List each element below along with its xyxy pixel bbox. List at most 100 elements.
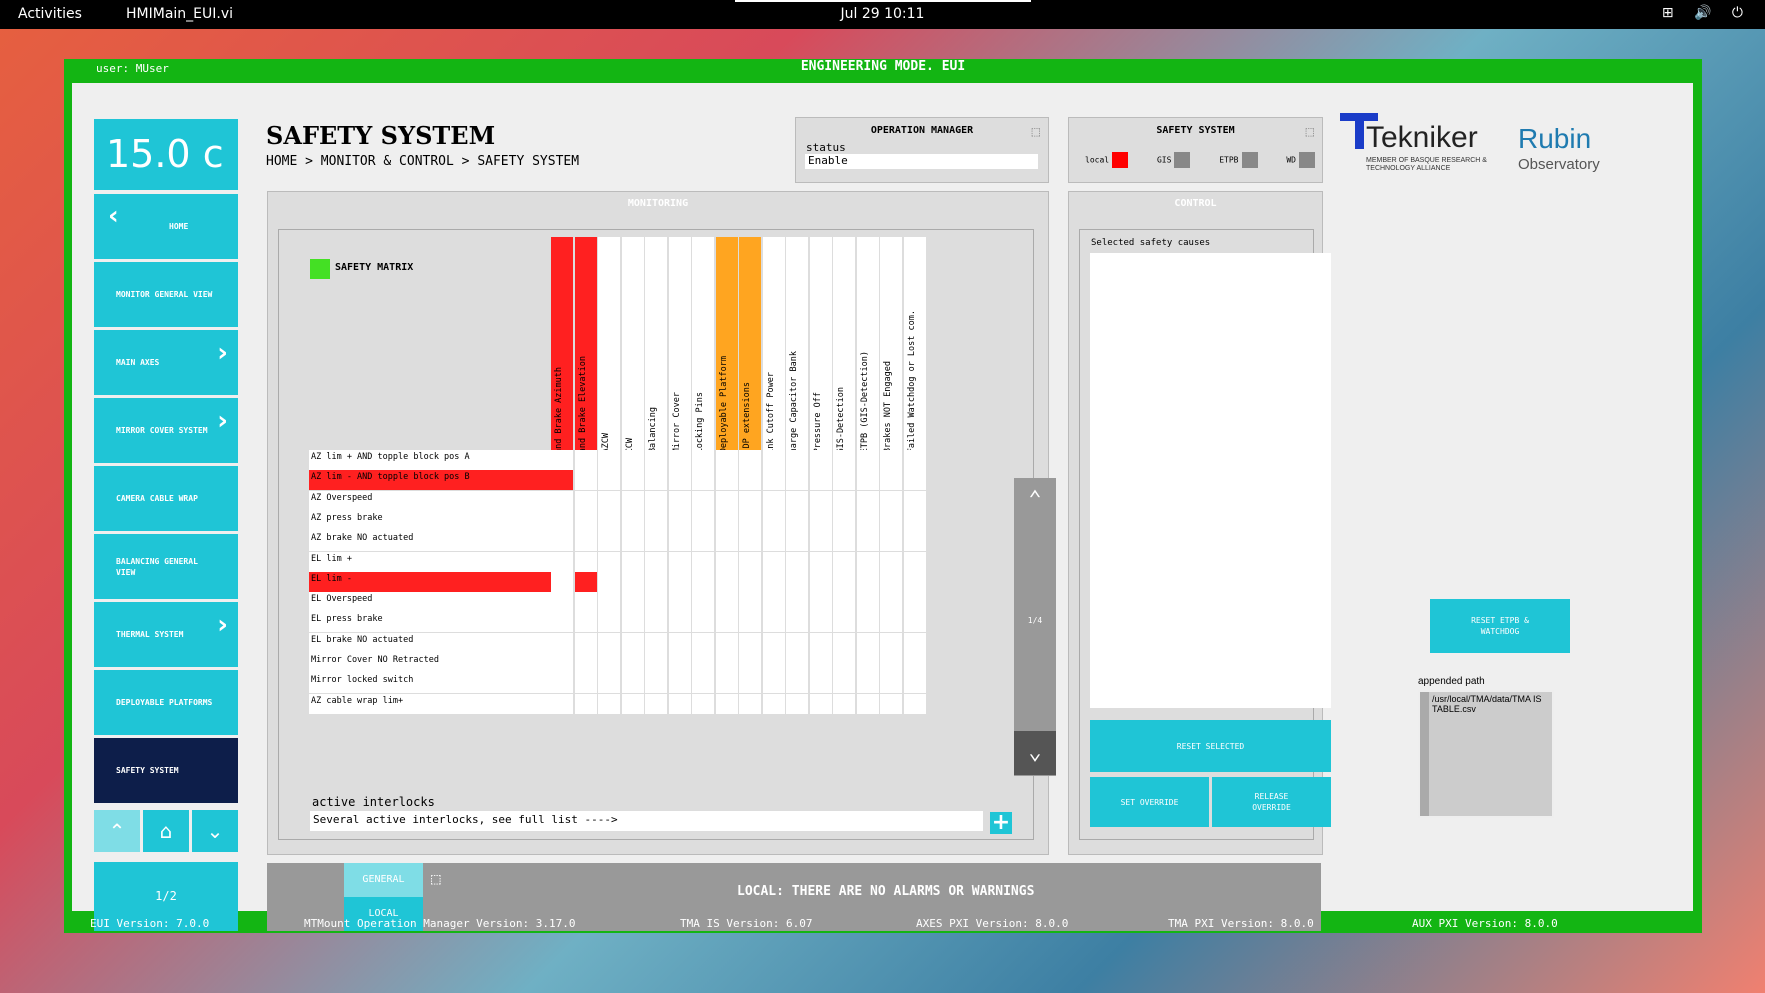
- matrix-cell: [762, 571, 786, 592]
- sidebar-item-balancing-general-view[interactable]: BALANCING GENERAL VIEW: [94, 534, 238, 599]
- matrix-cell: [645, 531, 668, 552]
- causes-list[interactable]: [1090, 253, 1331, 708]
- operation-manager-title: OPERATION MANAGER: [870, 125, 974, 136]
- sidebar-item-label: HOME: [169, 222, 189, 231]
- matrix-cell: [551, 531, 574, 552]
- matrix-cell: [856, 632, 880, 653]
- cursor-select-icon[interactable]: ⬚: [1306, 124, 1314, 140]
- scroll-down-button[interactable]: ⌄: [1014, 731, 1056, 775]
- matrix-cell: [856, 551, 880, 572]
- sidebar-item-main-axes[interactable]: MAIN AXES ›: [94, 330, 238, 395]
- matrix-column-header: STO and Brake Elevation: [574, 237, 598, 478]
- breadcrumb: HOME > MONITOR & CONTROL > SAFETY SYSTEM: [266, 154, 580, 169]
- matrix-row[interactable]: AZ brake NO actuated: [309, 531, 1013, 552]
- nav-down-button[interactable]: ⌄: [192, 810, 238, 852]
- matrix-row[interactable]: AZ lim + AND topple block pos A: [309, 450, 1013, 470]
- matrix-cell: [739, 632, 762, 653]
- row-label: Mirror Cover NO Retracted: [311, 655, 439, 665]
- matrix-cell: [621, 551, 645, 572]
- matrix-cell: [692, 632, 715, 653]
- reset-selected-button[interactable]: RESET SELECTED: [1090, 720, 1331, 772]
- matrix-cell: [715, 612, 739, 633]
- chevron-up-icon: ⌃: [1028, 487, 1042, 512]
- matrix-cell: [551, 490, 574, 511]
- matrix-row[interactable]: Mirror locked switch: [309, 673, 1013, 694]
- temperature-display: 15.0 c: [94, 119, 238, 190]
- sidebar-item-thermal-system[interactable]: THERMAL SYSTEM ›: [94, 602, 238, 667]
- chevron-left-icon: ‹: [108, 201, 119, 231]
- matrix-cell: [762, 592, 786, 613]
- matrix-cell: [856, 531, 880, 552]
- version-footer: EUI Version: 7.0.0 MTMount Operation Man…: [64, 915, 1702, 933]
- expand-interlocks-button[interactable]: +: [990, 812, 1012, 834]
- home-icon: ⌂: [159, 819, 173, 843]
- appended-path-box[interactable]: /usr/local/TMA/data/TMA IS TABLE.csv: [1418, 690, 1554, 818]
- monitoring-panel: MONITORING SAFETY MATRIX STO and Brake A…: [267, 191, 1056, 855]
- cursor-select-icon[interactable]: ⬚: [1032, 124, 1040, 140]
- system-tray[interactable]: ⊞ 🔊 ⏻: [1662, 5, 1751, 21]
- matrix-scrollbar[interactable]: ⌃ 1/4 ⌄: [1014, 478, 1056, 776]
- reset-etpb-watchdog-button[interactable]: RESET ETPB & WATCHDOG: [1430, 599, 1570, 653]
- matrix-cell: [833, 673, 856, 694]
- nav-up-button[interactable]: ⌃: [94, 810, 140, 852]
- safety-matrix: STO and Brake Azimuth STO and Brake Eleva…: [309, 237, 1013, 778]
- footer-version: TMA IS Version: 6.07: [680, 917, 813, 930]
- matrix-row[interactable]: AZ press brake: [309, 510, 1013, 531]
- path-scrollbar[interactable]: [1420, 692, 1429, 816]
- nav-home-button[interactable]: ⌂: [143, 810, 189, 852]
- set-override-button[interactable]: SET OVERRIDE: [1090, 777, 1209, 827]
- matrix-cell: [645, 551, 668, 572]
- main-area: 15.0 c HOME ‹ MONITOR GENERAL VIEW MAIN AXE…: [72, 83, 1693, 931]
- sidebar-item-mirror-cover-system[interactable]: MIRROR COVER SYSTEM ›: [94, 398, 238, 463]
- mode-title: ENGINEERING MODE. EUI: [800, 59, 966, 74]
- matrix-cell: [692, 510, 715, 531]
- matrix-cell: [692, 571, 715, 592]
- matrix-cell: [668, 490, 692, 511]
- matrix-cell: [809, 470, 833, 491]
- matrix-row[interactable]: EL lim +: [309, 551, 1013, 572]
- indicator-local: local: [1085, 152, 1129, 168]
- alarm-message: LOCAL: THERE ARE NO ALARMS OR WARNINGS: [737, 884, 1035, 899]
- matrix-row[interactable]: EL lim -: [309, 571, 1013, 592]
- matrix-row[interactable]: EL Overspeed: [309, 592, 1013, 613]
- sidebar-item-safety-system[interactable]: SAFETY SYSTEM: [94, 738, 238, 803]
- clock[interactable]: Jul 29 10:11: [0, 6, 1765, 22]
- sidebar-item-label: SAFETY SYSTEM: [116, 766, 179, 775]
- row-label: AZ press brake: [311, 512, 383, 523]
- chevron-right-icon: ›: [217, 338, 228, 368]
- sidebar-item-camera-cable-wrap[interactable]: CAMERA CABLE WRAP: [94, 466, 238, 531]
- scroll-up-button[interactable]: ⌃: [1014, 478, 1056, 522]
- tab-general[interactable]: GENERAL: [344, 863, 423, 897]
- matrix-column-header: CCW GIS-Detection: [833, 237, 856, 478]
- matrix-column-header: MCS Failed Watchdog or Lost com.: [903, 237, 927, 478]
- sidebar-item-monitor-general-view[interactable]: MONITOR GENERAL VIEW: [94, 262, 238, 327]
- row-label: EL Overspeed: [311, 594, 373, 605]
- matrix-cell: [621, 632, 645, 653]
- matrix-row[interactable]: AZ lim - AND topple block pos B: [309, 470, 1013, 491]
- matrix-cell: [786, 450, 809, 470]
- matrix-cell: [809, 510, 833, 531]
- sidebar-item-label: MIRROR COVER SYSTEM: [116, 426, 208, 435]
- matrix-cell: [715, 551, 739, 572]
- matrix-row[interactable]: AZ Overspeed: [309, 490, 1013, 511]
- sidebar-item-deployable-platforms[interactable]: DEPLOYABLE PLATFORMS: [94, 670, 238, 735]
- matrix-row[interactable]: Mirror Cover NO Retracted: [309, 653, 1013, 673]
- indicator-label: GIS: [1156, 155, 1172, 165]
- matrix-column-header: STO and Brake Azimuth: [551, 237, 574, 478]
- matrix-cell: [786, 551, 809, 572]
- release-override-button[interactable]: RELEASE OVERRIDE: [1212, 777, 1331, 827]
- sidebar-item-label: DEPLOYABLE PLATFORMS: [116, 698, 213, 707]
- matrix-cell: [645, 632, 668, 653]
- matrix-row[interactable]: EL press brake: [309, 612, 1013, 633]
- matrix-cell: [598, 510, 621, 531]
- chevron-down-icon: ⌄: [1028, 740, 1042, 765]
- matrix-cell: [739, 551, 762, 572]
- cursor-select-icon[interactable]: ⬚: [431, 869, 441, 888]
- footer-version: AUX PXI Version: 8.0.0: [1412, 917, 1558, 930]
- matrix-row[interactable]: EL brake NO actuated: [309, 632, 1013, 653]
- sidebar-item-home[interactable]: HOME ‹: [94, 194, 238, 259]
- status-indicators: local GIS ETPB WD: [1085, 152, 1315, 168]
- matrix-cell: [880, 470, 903, 491]
- sidebar-item-label: THERMAL SYSTEM: [116, 630, 184, 639]
- matrix-row[interactable]: AZ cable wrap lim+: [309, 693, 1013, 714]
